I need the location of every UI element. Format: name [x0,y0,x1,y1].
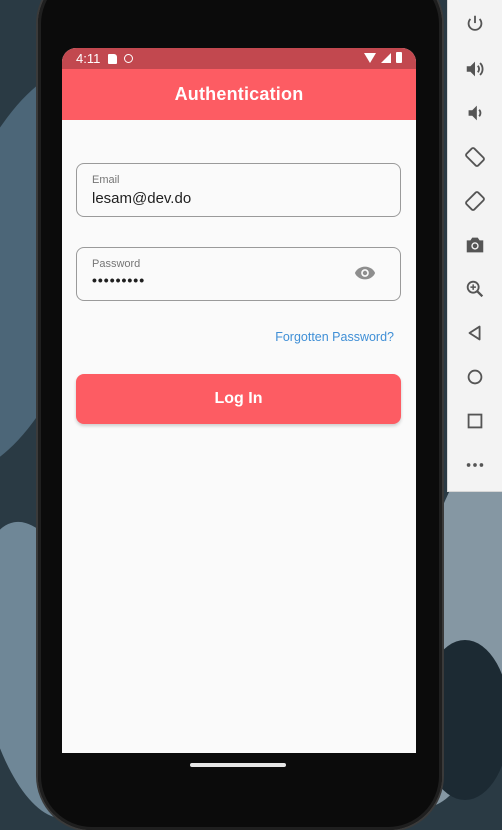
password-label: Password [92,258,141,270]
emulator-toolbar [447,0,502,492]
sync-icon [124,54,134,63]
forgot-password-link[interactable]: Forgotten Password? [275,330,394,344]
rotate-right-icon[interactable] [463,189,487,213]
overview-icon[interactable] [463,409,487,433]
status-indicators [364,52,402,63]
signal-icon [381,52,391,63]
home-icon[interactable] [463,365,487,389]
email-value[interactable]: lesam@dev.do [92,190,191,207]
volume-down-icon[interactable] [463,101,487,125]
password-value[interactable]: ••••••••• [92,272,145,288]
email-label: Email [92,174,120,186]
status-time: 4:11 [76,51,101,66]
gesture-home-bar[interactable] [190,763,286,767]
more-icon[interactable] [463,453,487,477]
rotate-left-icon[interactable] [463,145,487,169]
volume-up-icon[interactable] [463,57,487,81]
email-field[interactable]: Email lesam@dev.do [76,163,401,217]
app-screen: 4:11 Authentication Email lesam@dev.do P… [62,48,416,753]
power-icon[interactable] [463,12,487,36]
login-button[interactable]: Log In [76,374,401,424]
back-icon[interactable] [463,321,487,345]
password-field[interactable]: Password ••••••••• [76,247,401,301]
app-bar: Authentication [62,69,416,120]
battery-icon [396,52,402,63]
wifi-icon [364,52,376,63]
sd-card-icon [108,53,118,64]
status-bar: 4:11 [62,48,416,69]
zoom-icon[interactable] [463,277,487,301]
eye-icon[interactable] [354,265,376,281]
camera-icon[interactable] [463,233,487,257]
app-bar-title: Authentication [174,84,304,104]
